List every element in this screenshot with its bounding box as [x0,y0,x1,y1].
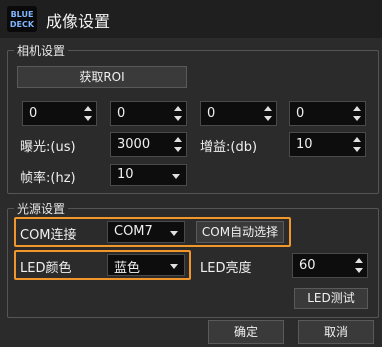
spin-down-icon[interactable] [353,147,361,152]
led-color-select[interactable]: 蓝色 [107,254,185,276]
chevron-down-icon [170,264,178,269]
roi-x-value: 0 [29,106,38,121]
exposure-label: 曝光:(us) [20,140,76,155]
led-brightness-label: LED亮度 [200,261,252,276]
spin-down-icon[interactable] [174,147,182,152]
svg-text:DECK: DECK [10,20,35,29]
spin-down-icon[interactable] [355,268,363,273]
gain-spinbox[interactable]: 10 [289,132,366,157]
get-roi-button[interactable]: 获取ROI [17,66,187,88]
spin-down-icon[interactable] [84,116,92,121]
gain-value: 10 [296,137,313,152]
ok-button[interactable]: 确定 [208,320,284,344]
led-brightness-value: 60 [299,258,316,273]
roi-x-spinbox[interactable]: 0 [22,101,97,126]
spin-up-icon[interactable] [84,106,92,111]
roi-y-spinbox[interactable]: 0 [110,101,187,126]
roi-height-value: 0 [296,106,305,121]
roi-y-value: 0 [117,106,126,121]
spin-up-icon[interactable] [353,137,361,142]
exposure-value: 3000 [117,137,151,152]
camera-settings-title: 相机设置 [14,42,69,59]
gain-label: 增益:(db) [200,140,258,155]
framerate-label: 帧率:(hz) [20,171,76,186]
roi-width-spinbox[interactable]: 0 [200,101,277,126]
spin-down-icon[interactable] [264,116,272,121]
com-port-select[interactable]: COM7 [107,221,185,243]
chevron-down-icon [172,174,180,179]
com-auto-select-button[interactable]: COM自动选择 [196,221,284,243]
led-brightness-spinbox[interactable]: 60 [292,253,368,278]
chevron-down-icon [170,231,178,236]
svg-text:BLUE: BLUE [11,10,34,19]
title-bar: BLUE DECK 成像设置 [0,0,382,38]
framerate-select[interactable]: 10 [110,164,187,186]
framerate-value: 10 [117,167,134,182]
com-port-value: COM7 [114,224,153,239]
roi-height-spinbox[interactable]: 0 [289,101,366,126]
spin-up-icon[interactable] [174,106,182,111]
spin-down-icon[interactable] [353,116,361,121]
com-label: COM连接 [20,228,77,243]
spin-up-icon[interactable] [264,106,272,111]
light-settings-title: 光源设置 [14,200,69,217]
spin-up-icon[interactable] [353,106,361,111]
spin-up-icon[interactable] [174,137,182,142]
window-title: 成像设置 [46,12,111,31]
spin-down-icon[interactable] [174,116,182,121]
spin-up-icon[interactable] [355,258,363,263]
led-color-label: LED颜色 [20,261,72,276]
led-color-value: 蓝色 [114,261,141,276]
app-logo-icon: BLUE DECK [7,6,37,32]
roi-width-value: 0 [207,106,216,121]
led-test-button[interactable]: LED测试 [294,288,368,309]
cancel-button[interactable]: 取消 [298,320,374,344]
exposure-spinbox[interactable]: 3000 [110,132,187,157]
